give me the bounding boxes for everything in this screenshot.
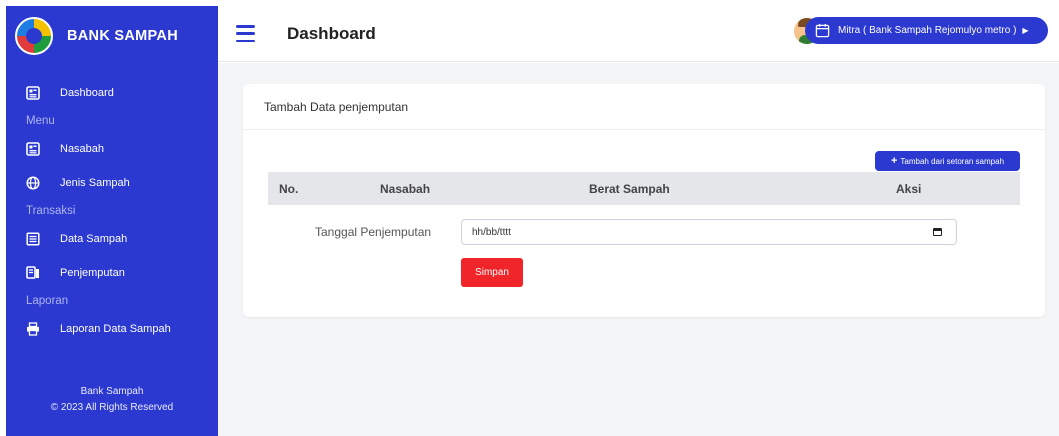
sidebar-item-data-sampah[interactable]: Data Sampah [6, 222, 218, 256]
form-card: Tambah Data penjemputan + Tambah dari se… [243, 84, 1045, 317]
column-header-no: No. [279, 182, 299, 196]
table-header: No. Nasabah Berat Sampah Aksi [268, 172, 1020, 205]
print-icon [26, 322, 40, 336]
truck-icon [26, 266, 40, 280]
sidebar-item-label: Dashboard [60, 87, 114, 99]
add-button-label: Tambah dari setoran sampah [900, 156, 1005, 166]
nav-heading-laporan: Laporan [26, 295, 69, 307]
add-from-deposit-button[interactable]: + Tambah dari setoran sampah [875, 151, 1020, 171]
save-button[interactable]: Simpan [461, 258, 523, 287]
sidebar-item-jenis-sampah[interactable]: Jenis Sampah [6, 166, 218, 200]
column-header-berat-sampah: Berat Sampah [589, 182, 670, 196]
main-content: Tambah Data penjemputan + Tambah dari se… [218, 63, 1059, 436]
brand-logo [15, 17, 53, 55]
sidebar: BANK SAMPAH Dashboard Menu Nasabah Jenis… [6, 6, 218, 436]
globe-icon [26, 176, 40, 190]
list-icon [26, 232, 40, 246]
sidebar-item-label: Nasabah [60, 143, 105, 155]
plus-icon: + [890, 155, 898, 167]
caret-right-icon: ▶ [1022, 26, 1029, 35]
pickup-date-input[interactable]: hh/bb/tttt [461, 219, 957, 245]
menu-toggle-icon[interactable] [236, 25, 255, 42]
mitra-dropdown-button[interactable]: Mitra ( Bank Sampah Rejomulyo metro ) ▶ [805, 17, 1048, 44]
brand-title: BANK SAMPAH [67, 28, 178, 44]
card-title: Tambah Data penjemputan [243, 84, 1045, 130]
column-header-nasabah: Nasabah [380, 182, 431, 196]
nav-heading-menu: Menu [26, 115, 55, 127]
brand[interactable]: BANK SAMPAH [6, 6, 218, 66]
sidebar-footer: Bank Sampah © 2023 All Rights Reserved [6, 384, 218, 416]
sidebar-item-label: Penjemputan [60, 267, 125, 279]
sidebar-item-label: Jenis Sampah [60, 177, 130, 189]
sidebar-item-penjemputan[interactable]: Penjemputan [6, 256, 218, 290]
footer-app-name: Bank Sampah [80, 386, 144, 397]
sidebar-item-nasabah[interactable]: Nasabah [6, 132, 218, 166]
page-title: Dashboard [287, 23, 376, 43]
nasabah-icon [26, 142, 40, 156]
sidebar-item-label: Laporan Data Sampah [60, 323, 171, 335]
sidebar-item-laporan-data-sampah[interactable]: Laporan Data Sampah [6, 312, 218, 346]
column-header-aksi: Aksi [896, 182, 922, 196]
date-input-placeholder: hh/bb/tttt [472, 226, 511, 238]
calendar-icon [815, 23, 830, 38]
sidebar-nav: Dashboard Menu Nasabah Jenis Sampah Tran… [6, 66, 218, 346]
mitra-label: Mitra ( Bank Sampah Rejomulyo metro ) [838, 25, 1017, 36]
nav-heading-transaksi: Transaksi [26, 205, 76, 217]
dashboard-icon [26, 86, 40, 100]
calendar-icon[interactable] [933, 228, 942, 236]
footer-copyright: © 2023 All Rights Reserved [50, 402, 174, 413]
sidebar-item-label: Data Sampah [60, 233, 128, 245]
topbar: Dashboard Mitra ( Bank Sampah Rejomulyo … [218, 6, 1059, 62]
date-field-label: Tanggal Penjemputan [315, 225, 432, 239]
sidebar-item-dashboard[interactable]: Dashboard [6, 76, 218, 110]
